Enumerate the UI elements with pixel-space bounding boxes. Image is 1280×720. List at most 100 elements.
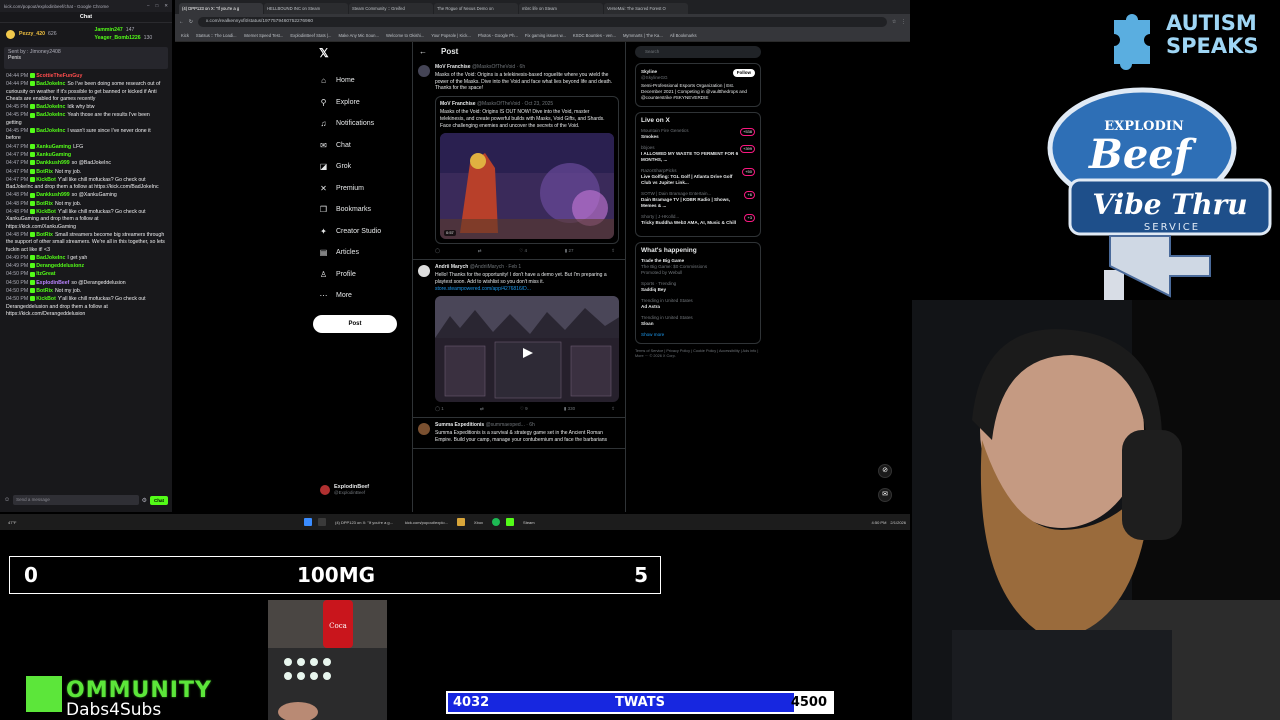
back-icon[interactable]: ←: [179, 20, 184, 25]
chat-message[interactable]: 04:50 PM KickBot Y'all like chill mofuckas…: [6, 296, 166, 318]
live-space-item[interactable]: +399 bbjoes I ALLOWED MY WASTE TO FERMENT …: [641, 145, 755, 163]
chat-message-input[interactable]: Send a message: [13, 495, 139, 505]
bookmark-item[interactable]: Mymmarts | The Ka...: [623, 33, 663, 38]
tweet-link[interactable]: store.steampowered.com/app/4276816/D...: [435, 286, 619, 293]
message-user[interactable]: BadJokeInc: [36, 104, 65, 110]
nav-item-grok[interactable]: ◪ Grok: [313, 156, 405, 178]
bookmark-item[interactable]: Kick: [181, 33, 189, 38]
tweet-author[interactable]: MoV Franchise: [435, 64, 471, 70]
message-user[interactable]: ItzGreat: [36, 271, 55, 277]
trend-item[interactable]: Sports · Trending Saddiq Bey: [641, 281, 755, 293]
bookmark-item[interactable]: Your Popsole | Kick...: [431, 33, 471, 38]
emote-icon[interactable]: ☺: [4, 497, 10, 503]
trend-item[interactable]: Trending in United States Sloan: [641, 315, 755, 327]
reply-icon[interactable]: ◯: [435, 248, 440, 255]
quoted-tweet[interactable]: MoV Franchise @MasksOfTheVoid · Oct 23, …: [435, 96, 619, 245]
chat-message-list[interactable]: 04:44 PM ScottieTheFunGuy 04:44 PM BadJokeI…: [0, 71, 172, 321]
message-user[interactable]: XankuGaming: [36, 144, 71, 150]
close-icon[interactable]: ✕: [164, 3, 168, 9]
taskbar-item[interactable]: Steam: [520, 520, 538, 525]
folder-icon[interactable]: [456, 518, 465, 526]
chat-message[interactable]: 04:47 PM KickBot Y'all like chill mofuckas…: [6, 177, 166, 192]
taskbar-item[interactable]: kick.com/popout/explo...: [402, 520, 451, 525]
nav-item-bookmarks[interactable]: ❒ Bookmarks: [313, 199, 405, 221]
chat-message[interactable]: 04:48 PM Dankkush999 so @XankuGaming: [6, 192, 166, 199]
tweet-handle[interactable]: @summaexped... · 6h: [486, 422, 535, 428]
leader-name[interactable]: Pezzy_420: [19, 31, 45, 37]
live-space-item[interactable]: +50 RazorSharpPicks Live Golfing: TGL Golf…: [641, 168, 755, 186]
like-icon[interactable]: ♡ 9: [520, 406, 528, 413]
message-user[interactable]: ExplodinBeef: [36, 280, 69, 286]
chat-message[interactable]: 04:49 PM Derangeddelusionz: [6, 263, 166, 270]
messages-icon[interactable]: ✉: [878, 488, 892, 502]
tweet[interactable]: Andrii Marych @AndriiMarych · Feb 1 Hell…: [413, 260, 625, 419]
chat-message[interactable]: 04:48 PM KickBot Y'all like chill mofuckas…: [6, 209, 166, 231]
browser-tab[interactable]: Steam Community :: Greifed: [349, 3, 433, 14]
taskbar-item[interactable]: Xbox: [471, 520, 486, 525]
message-user[interactable]: KickBot: [36, 177, 56, 183]
tweet-handle[interactable]: @AndriiMarych · Feb 1: [470, 264, 521, 270]
browser-tab[interactable]: (4) DPP123 on X: "If you're a g: [179, 3, 263, 14]
tweet-author[interactable]: Summa Expeditionis: [435, 422, 484, 428]
avatar[interactable]: [418, 265, 430, 278]
nav-item-creator-studio[interactable]: ✦ Creator Studio: [313, 221, 405, 243]
message-user[interactable]: BadJokeInc: [36, 255, 65, 261]
leader-name[interactable]: Jammin247: [95, 27, 123, 33]
profile-card[interactable]: Follow Skyline @SkylineGG Semi-Professio…: [635, 63, 761, 107]
tweet[interactable]: MoV Franchise @MasksOfTheVoid · 6h Masks…: [413, 60, 625, 261]
nav-item-profile[interactable]: ♙ Profile: [313, 264, 405, 286]
search-input[interactable]: Search: [635, 46, 761, 58]
trend-item[interactable]: Trending in United States Ad Astra: [641, 298, 755, 310]
message-user[interactable]: BadJokeInc: [36, 128, 65, 134]
tweet-author[interactable]: Andrii Marych: [435, 264, 468, 270]
back-arrow-icon[interactable]: ←: [419, 47, 427, 56]
bookmark-item[interactable]: Photos - Google Ph...: [478, 33, 518, 38]
clock-date[interactable]: 2/1/2026: [890, 520, 906, 525]
bookmark-item[interactable]: Fix gaming issues w...: [525, 33, 566, 38]
message-user[interactable]: ScottieTheFunGuy: [36, 73, 82, 79]
message-user[interactable]: Derangeddelusionz: [36, 263, 84, 269]
post-button[interactable]: Post: [313, 314, 397, 333]
nav-item-home[interactable]: ⌂ Home: [313, 70, 405, 92]
search-icon[interactable]: [318, 518, 326, 526]
chat-message[interactable]: 04:44 PM BadJokeInc So I've been doing som…: [6, 81, 166, 103]
nav-item-articles[interactable]: ▤ Articles: [313, 242, 405, 264]
video-thumbnail[interactable]: 0:57: [440, 133, 614, 240]
repost-icon[interactable]: ⇄: [480, 406, 484, 413]
bookmark-item[interactable]: KSDC Bounties - ven...: [573, 33, 616, 38]
x-footer[interactable]: Terms of Service | Privacy Policy | Cook…: [635, 349, 761, 359]
spotify-icon[interactable]: [492, 518, 501, 526]
chat-message[interactable]: 04:47 PM Dankkush999 so @BadJokeInc: [6, 160, 166, 167]
chat-message[interactable]: 04:47 PM BotRix Not my job.: [6, 169, 166, 176]
trend-item[interactable]: Trade the Big Game The Big Game: $0 Commi…: [641, 258, 755, 276]
account-switcher[interactable]: ExplodinBeef @ExplodinBeef: [320, 484, 369, 495]
live-space-item[interactable]: +6 SOTW | Dain Bramage Entertain... Dain B…: [641, 191, 755, 209]
menu-icon[interactable]: ⋮: [901, 20, 906, 25]
chat-message[interactable]: 04:44 PM ScottieTheFunGuy: [6, 73, 166, 80]
bookmark-item[interactable]: All Bookmarks: [670, 33, 697, 38]
live-space-item[interactable]: +538 Mountain Fire Genetics Smokes: [641, 128, 755, 140]
profile-name[interactable]: Skyline: [641, 69, 657, 74]
message-user[interactable]: KickBot: [36, 296, 56, 302]
chat-send-button[interactable]: Chat: [150, 495, 168, 505]
browser-tab[interactable]: HELLBOUND INC on Steam: [264, 3, 348, 14]
leader-name[interactable]: Yeager_Bomb1226: [95, 35, 141, 41]
bookmark-item[interactable]: Internet Speed Test...: [244, 33, 284, 38]
settings-icon[interactable]: ⚙: [142, 497, 147, 504]
star-icon[interactable]: ☆: [892, 20, 896, 25]
avatar[interactable]: [418, 423, 430, 436]
like-icon[interactable]: ♡ 4: [519, 248, 527, 255]
message-user[interactable]: Dankkush999: [36, 160, 69, 166]
reply-icon[interactable]: ◯ 1: [435, 406, 444, 413]
grok-icon[interactable]: ⊘: [878, 464, 892, 478]
live-space-item[interactable]: +3 Shorty | J-HKolld... Tricky Buddha Web3…: [641, 214, 755, 226]
url-field[interactable]: x.com/realkennyxfit/status/1977579460752…: [197, 17, 887, 27]
chat-message[interactable]: 04:48 PM BotRix Small streamers become big…: [6, 232, 166, 254]
share-icon[interactable]: ⇪: [611, 248, 615, 255]
tweet[interactable]: Summa Expeditionis @summaexped... · 6h S…: [413, 418, 625, 449]
nav-item-premium[interactable]: ✕ Premium: [313, 178, 405, 200]
chat-message[interactable]: 04:48 PM BotRix Not my job.: [6, 201, 166, 208]
avatar[interactable]: [418, 65, 430, 77]
x-logo-icon[interactable]: 𝕏: [319, 46, 405, 62]
chat-message[interactable]: 04:45 PM BadJokeInc I wasn't sure since I'…: [6, 128, 166, 143]
